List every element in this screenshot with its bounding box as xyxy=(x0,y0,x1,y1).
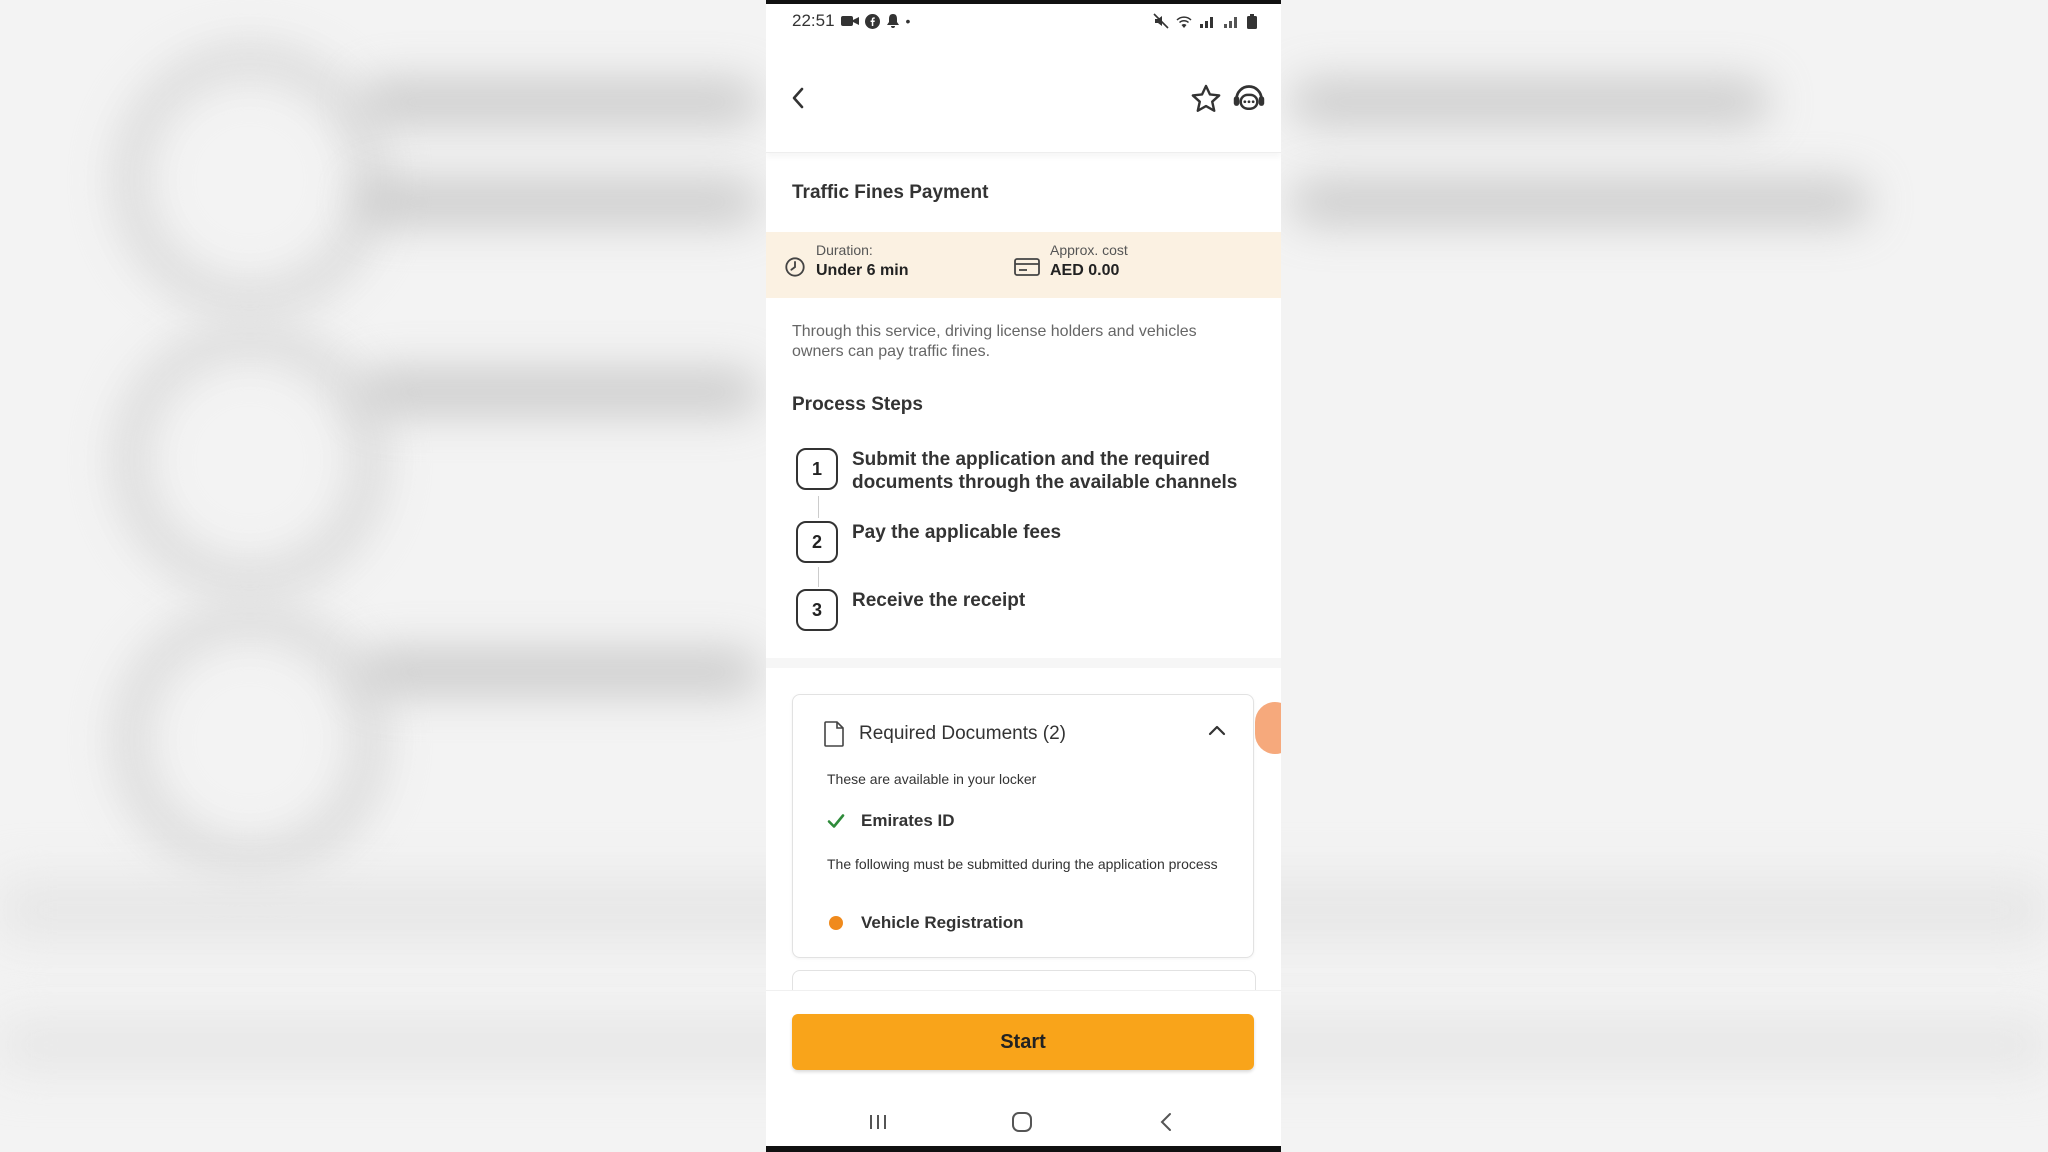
step-connector xyxy=(818,496,819,518)
favorite-button[interactable] xyxy=(1189,82,1223,116)
mute-icon xyxy=(1153,13,1169,29)
process-step: 3 Receive the receipt xyxy=(796,589,1242,631)
system-back-button[interactable] xyxy=(1146,1108,1186,1136)
card-icon xyxy=(1014,258,1040,276)
cost-value: AED 0.00 xyxy=(1050,262,1120,279)
locker-note: These are available in your locker xyxy=(827,771,1037,787)
recent-apps-button[interactable] xyxy=(858,1108,898,1136)
nav-back-icon xyxy=(1160,1113,1171,1131)
document-icon xyxy=(824,721,844,747)
duration-info: Duration: Under 6 min xyxy=(784,242,908,280)
step-number: 1 xyxy=(796,448,838,490)
step-text: Receive the receipt xyxy=(852,590,1026,611)
required-documents-title: Required Documents (2) xyxy=(859,723,1066,744)
support-chat-button[interactable] xyxy=(1231,82,1267,116)
signal2-icon xyxy=(1224,17,1237,28)
process-steps-title: Process Steps xyxy=(792,394,923,415)
back-button[interactable] xyxy=(782,82,814,114)
video-icon xyxy=(840,16,859,26)
facebook-icon xyxy=(864,13,880,29)
locker-document-item: Emirates ID xyxy=(827,811,955,831)
document-name: Vehicle Registration xyxy=(861,913,1024,932)
floating-assistant-button[interactable] xyxy=(1255,702,1281,754)
duration-label: Duration: xyxy=(816,242,873,258)
duration-value: Under 6 min xyxy=(816,262,909,279)
battery-icon xyxy=(1247,13,1257,29)
chat-icon xyxy=(1233,85,1265,110)
wifi-icon xyxy=(1176,15,1192,28)
step-number: 3 xyxy=(796,589,838,631)
recents-icon xyxy=(870,1115,886,1129)
home-icon xyxy=(1012,1112,1032,1132)
system-nav-bar xyxy=(766,1100,1281,1140)
chevron-up-icon[interactable] xyxy=(1207,723,1227,737)
process-step: 1 Submit the application and the require… xyxy=(796,448,1242,494)
cost-label: Approx. cost xyxy=(1050,242,1128,258)
star-icon xyxy=(1191,84,1221,112)
signal-icon xyxy=(1200,17,1213,28)
step-text: Submit the application and the required … xyxy=(852,449,1238,493)
service-info-bar: Duration: Under 6 min Approx. cost AED 0… xyxy=(766,232,1281,298)
home-button[interactable] xyxy=(1002,1108,1042,1136)
cost-info: Approx. cost AED 0.00 xyxy=(1014,242,1128,280)
page-title: Traffic Fines Payment xyxy=(792,182,989,203)
service-description: Through this service, driving license ho… xyxy=(792,323,1197,360)
status-bar: 22:51 • xyxy=(792,10,1257,32)
required-documents-card: Required Documents (2) These are availab… xyxy=(792,694,1254,958)
phone-screen: 22:51 • Traffic Fines Payment Duration: … xyxy=(766,0,1281,1152)
check-icon xyxy=(827,814,845,828)
document-name: Emirates ID xyxy=(861,811,955,830)
start-button[interactable]: Start xyxy=(792,1014,1254,1070)
step-number: 2 xyxy=(796,521,838,563)
submit-document-item: Vehicle Registration xyxy=(827,913,1024,933)
clock-icon xyxy=(785,257,805,277)
notification-icon xyxy=(886,14,899,28)
status-time: 22:51 xyxy=(792,11,835,30)
submit-note: The following must be submitted during t… xyxy=(827,856,1218,872)
required-documents-header[interactable]: Required Documents (2) xyxy=(823,721,1227,747)
back-arrow-icon xyxy=(792,87,804,109)
section-divider xyxy=(766,658,1281,668)
step-connector xyxy=(818,567,819,587)
pending-dot-icon xyxy=(829,916,843,930)
top-app-bar xyxy=(766,44,1281,153)
step-text: Pay the applicable fees xyxy=(852,522,1062,543)
process-step: 2 Pay the applicable fees xyxy=(796,521,1242,563)
more-dot: • xyxy=(905,13,911,29)
